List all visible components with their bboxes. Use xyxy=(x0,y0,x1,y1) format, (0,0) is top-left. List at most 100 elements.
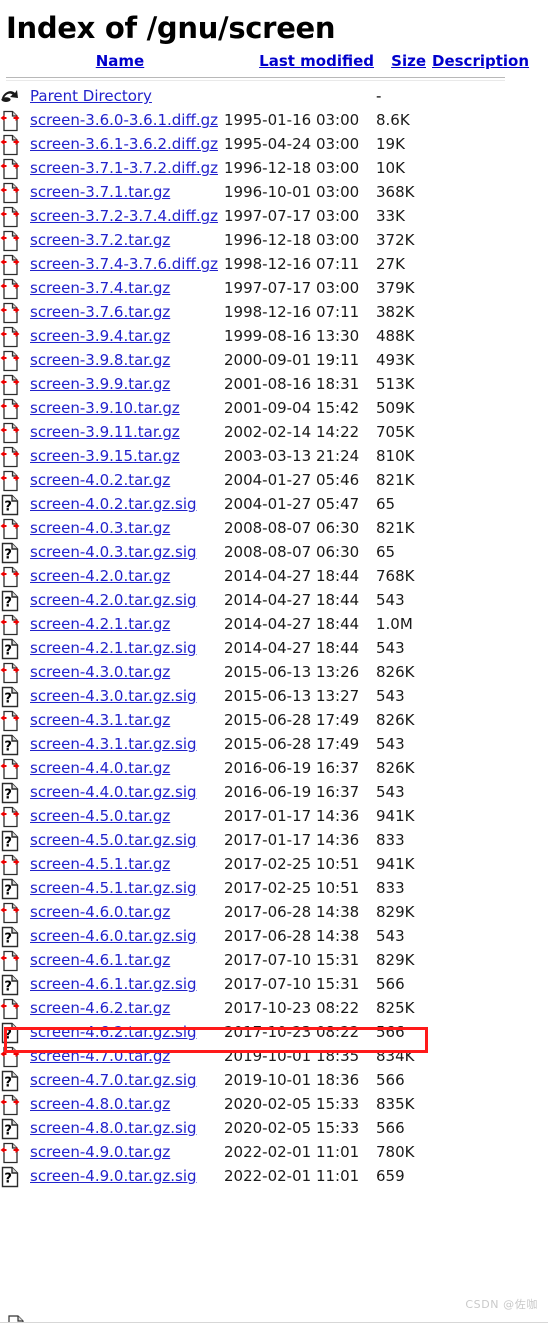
file-link[interactable]: screen-3.7.4.tar.gz xyxy=(30,279,170,297)
table-row[interactable]: screen-4.7.0.tar.gz 2019-10-01 18:35 834K xyxy=(0,1044,548,1068)
file-name-cell[interactable]: screen-4.0.3.tar.gz.sig xyxy=(30,540,224,564)
file-link[interactable]: screen-3.6.1-3.6.2.diff.gz xyxy=(30,135,218,153)
file-link[interactable]: screen-4.2.0.tar.gz xyxy=(30,567,170,585)
file-link[interactable]: screen-4.5.0.tar.gz.sig xyxy=(30,831,197,849)
parent-directory-link[interactable]: Parent Directory xyxy=(30,87,152,105)
table-row[interactable]: screen-3.7.4.tar.gz 1997-07-17 03:00 379K xyxy=(0,276,548,300)
sort-by-name-link[interactable]: Name xyxy=(30,52,224,70)
table-row[interactable]: ? screen-4.5.1.tar.gz.sig 2017-02-25 10:51… xyxy=(0,876,548,900)
file-link[interactable]: screen-3.7.6.tar.gz xyxy=(30,303,170,321)
file-link[interactable]: screen-4.2.0.tar.gz.sig xyxy=(30,591,197,609)
file-name-cell[interactable]: screen-4.3.1.tar.gz xyxy=(30,708,224,732)
file-name-cell[interactable]: screen-3.7.1-3.7.2.diff.gz xyxy=(30,156,224,180)
file-link[interactable]: screen-4.6.0.tar.gz.sig xyxy=(30,927,197,945)
file-link[interactable]: screen-3.9.11.tar.gz xyxy=(30,423,180,441)
file-link[interactable]: screen-4.0.2.tar.gz xyxy=(30,471,170,489)
file-name-cell[interactable]: screen-3.9.8.tar.gz xyxy=(30,348,224,372)
table-row[interactable]: screen-4.0.3.tar.gz 2008-08-07 06:30 821K xyxy=(0,516,548,540)
file-link[interactable]: screen-3.7.4-3.7.6.diff.gz xyxy=(30,255,218,273)
file-name-cell[interactable]: screen-4.3.1.tar.gz.sig xyxy=(30,732,224,756)
file-name-cell[interactable]: screen-3.7.2-3.7.4.diff.gz xyxy=(30,204,224,228)
table-row[interactable]: screen-3.7.2.tar.gz 1996-12-18 03:00 372K xyxy=(0,228,548,252)
file-link[interactable]: screen-4.0.2.tar.gz.sig xyxy=(30,495,197,513)
file-name-cell[interactable]: screen-3.9.15.tar.gz xyxy=(30,444,224,468)
file-name-cell[interactable]: screen-4.3.0.tar.gz.sig xyxy=(30,684,224,708)
file-name-cell[interactable]: screen-4.8.0.tar.gz.sig xyxy=(30,1116,224,1140)
table-row[interactable]: ? screen-4.4.0.tar.gz.sig 2016-06-19 16:37… xyxy=(0,780,548,804)
file-link[interactable]: screen-3.9.4.tar.gz xyxy=(30,327,170,345)
file-name-cell[interactable]: screen-4.2.1.tar.gz xyxy=(30,612,224,636)
file-name-cell[interactable]: screen-3.7.4-3.7.6.diff.gz xyxy=(30,252,224,276)
table-row[interactable]: screen-4.8.0.tar.gz 2020-02-05 15:33 835K xyxy=(0,1092,548,1116)
table-row[interactable]: screen-3.9.10.tar.gz 2001-09-04 15:42 509K xyxy=(0,396,548,420)
file-link[interactable]: screen-4.3.1.tar.gz xyxy=(30,711,170,729)
file-link[interactable]: screen-4.7.0.tar.gz.sig xyxy=(30,1071,197,1089)
file-link[interactable]: screen-4.6.0.tar.gz xyxy=(30,903,170,921)
file-link[interactable]: screen-3.6.0-3.6.1.diff.gz xyxy=(30,111,218,129)
file-name-cell[interactable]: screen-4.4.0.tar.gz xyxy=(30,756,224,780)
table-row[interactable]: screen-3.6.0-3.6.1.diff.gz 1995-01-16 03:… xyxy=(0,108,548,132)
file-link[interactable]: screen-4.5.1.tar.gz xyxy=(30,855,170,873)
file-name-cell[interactable]: screen-3.9.9.tar.gz xyxy=(30,372,224,396)
parent-directory-row[interactable]: Parent Directory - xyxy=(0,84,548,108)
table-row[interactable]: screen-4.2.0.tar.gz 2014-04-27 18:44 768K xyxy=(0,564,548,588)
file-link[interactable]: screen-4.2.1.tar.gz xyxy=(30,615,170,633)
file-name-cell[interactable]: screen-3.7.2.tar.gz xyxy=(30,228,224,252)
file-link[interactable]: screen-4.3.0.tar.gz.sig xyxy=(30,687,197,705)
file-name-cell[interactable]: screen-3.7.1.tar.gz xyxy=(30,180,224,204)
file-name-cell[interactable]: screen-4.7.0.tar.gz xyxy=(30,1044,224,1068)
file-name-cell[interactable]: screen-4.6.1.tar.gz xyxy=(30,948,224,972)
file-link[interactable]: screen-4.3.0.tar.gz xyxy=(30,663,170,681)
file-link[interactable]: screen-3.7.2-3.7.4.diff.gz xyxy=(30,207,218,225)
file-link[interactable]: screen-4.9.0.tar.gz.sig xyxy=(30,1167,197,1185)
file-name-cell[interactable]: screen-4.6.2.tar.gz.sig xyxy=(30,1020,224,1044)
table-row[interactable]: screen-3.9.9.tar.gz 2001-08-16 18:31 513K xyxy=(0,372,548,396)
file-link[interactable]: screen-4.4.0.tar.gz xyxy=(30,759,170,777)
table-row[interactable]: screen-3.9.11.tar.gz 2002-02-14 14:22 705K xyxy=(0,420,548,444)
file-name-cell[interactable]: screen-3.6.1-3.6.2.diff.gz xyxy=(30,132,224,156)
parent-name-cell[interactable]: Parent Directory xyxy=(30,84,224,108)
table-row[interactable]: screen-4.6.2.tar.gz 2017-10-23 08:22 825K xyxy=(0,996,548,1020)
table-row[interactable]: ? screen-4.5.0.tar.gz.sig 2017-01-17 14:36… xyxy=(0,828,548,852)
table-row[interactable]: screen-3.7.6.tar.gz 1998-12-16 07:11 382K xyxy=(0,300,548,324)
file-name-cell[interactable]: screen-4.5.0.tar.gz.sig xyxy=(30,828,224,852)
file-name-cell[interactable]: screen-4.3.0.tar.gz xyxy=(30,660,224,684)
table-row[interactable]: screen-3.7.1.tar.gz 1996-10-01 03:00 368K xyxy=(0,180,548,204)
sort-by-size-link[interactable]: Size xyxy=(376,52,428,70)
file-name-cell[interactable]: screen-4.5.1.tar.gz xyxy=(30,852,224,876)
file-name-cell[interactable]: screen-4.9.0.tar.gz xyxy=(30,1140,224,1164)
file-name-cell[interactable]: screen-4.2.0.tar.gz xyxy=(30,564,224,588)
file-name-cell[interactable]: screen-3.6.0-3.6.1.diff.gz xyxy=(30,108,224,132)
table-row[interactable]: ? screen-4.0.2.tar.gz.sig 2004-01-27 05:47… xyxy=(0,492,548,516)
file-name-cell[interactable]: screen-4.5.0.tar.gz xyxy=(30,804,224,828)
file-name-cell[interactable]: screen-4.5.1.tar.gz.sig xyxy=(30,876,224,900)
table-row[interactable]: screen-4.5.1.tar.gz 2017-02-25 10:51 941K xyxy=(0,852,548,876)
file-name-cell[interactable]: screen-4.0.3.tar.gz xyxy=(30,516,224,540)
file-link[interactable]: screen-3.9.15.tar.gz xyxy=(30,447,180,465)
file-link[interactable]: screen-4.7.0.tar.gz xyxy=(30,1047,170,1065)
file-name-cell[interactable]: screen-4.6.0.tar.gz.sig xyxy=(30,924,224,948)
table-row[interactable]: ? screen-4.8.0.tar.gz.sig 2020-02-05 15:33… xyxy=(0,1116,548,1140)
file-name-cell[interactable]: screen-4.0.2.tar.gz.sig xyxy=(30,492,224,516)
file-name-cell[interactable]: screen-3.9.10.tar.gz xyxy=(30,396,224,420)
table-row[interactable]: ? screen-4.3.1.tar.gz.sig 2015-06-28 17:49… xyxy=(0,732,548,756)
file-link[interactable]: screen-4.2.1.tar.gz.sig xyxy=(30,639,197,657)
file-link[interactable]: screen-4.6.1.tar.gz.sig xyxy=(30,975,197,993)
file-name-cell[interactable]: screen-4.6.0.tar.gz xyxy=(30,900,224,924)
table-row[interactable]: screen-4.0.2.tar.gz 2004-01-27 05:46 821K xyxy=(0,468,548,492)
table-row[interactable]: screen-4.9.0.tar.gz 2022-02-01 11:01 780K xyxy=(0,1140,548,1164)
table-row[interactable]: ? screen-4.7.0.tar.gz.sig 2019-10-01 18:36… xyxy=(0,1068,548,1092)
file-name-cell[interactable]: screen-4.2.1.tar.gz.sig xyxy=(30,636,224,660)
file-name-cell[interactable]: screen-4.6.2.tar.gz xyxy=(30,996,224,1020)
table-row[interactable]: screen-4.5.0.tar.gz 2017-01-17 14:36 941K xyxy=(0,804,548,828)
file-link[interactable]: screen-4.5.1.tar.gz.sig xyxy=(30,879,197,897)
file-link[interactable]: screen-3.9.9.tar.gz xyxy=(30,375,170,393)
table-row[interactable]: ? screen-4.2.0.tar.gz.sig 2014-04-27 18:44… xyxy=(0,588,548,612)
table-row[interactable]: screen-4.4.0.tar.gz 2016-06-19 16:37 826K xyxy=(0,756,548,780)
table-row[interactable]: screen-4.6.0.tar.gz 2017-06-28 14:38 829K xyxy=(0,900,548,924)
sort-by-last-modified-link[interactable]: Last modified xyxy=(224,52,376,70)
table-row[interactable]: screen-3.9.15.tar.gz 2003-03-13 21:24 810K xyxy=(0,444,548,468)
table-row[interactable]: screen-3.7.2-3.7.4.diff.gz 1997-07-17 03:… xyxy=(0,204,548,228)
file-link[interactable]: screen-4.6.1.tar.gz xyxy=(30,951,170,969)
file-link[interactable]: screen-3.7.1-3.7.2.diff.gz xyxy=(30,159,218,177)
